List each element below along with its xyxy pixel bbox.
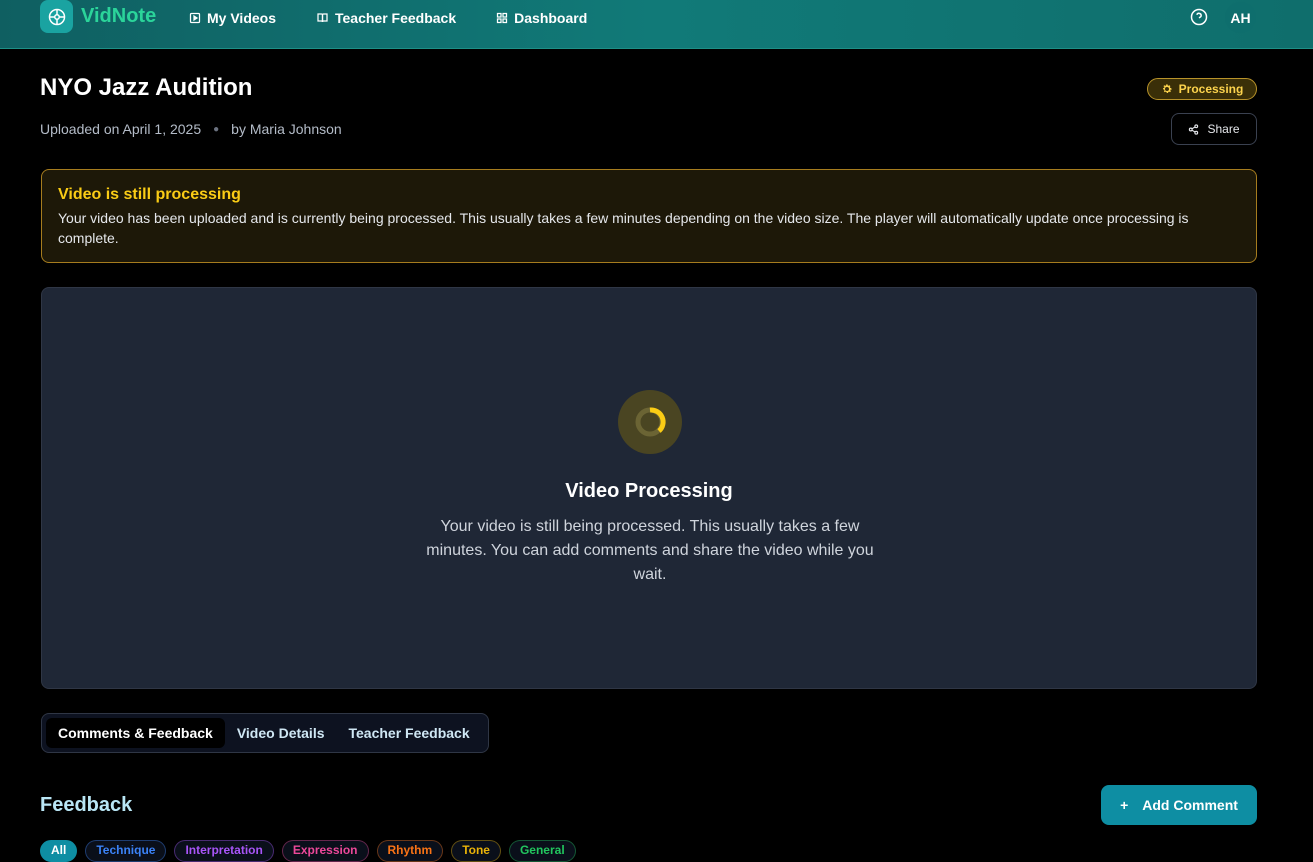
meta-separator: ● [213, 123, 220, 135]
user-avatar[interactable]: AH [1225, 2, 1256, 33]
status-label: Processing [1178, 82, 1244, 96]
nav-my-videos-label: My Videos [207, 10, 276, 26]
main-nav: My Videos Teacher Feedback Dashboard [189, 9, 627, 27]
tab-teacher-feedback[interactable]: Teacher Feedback [337, 718, 482, 748]
feedback-heading: Feedback [40, 794, 133, 816]
tab-comments-feedback[interactable]: Comments & Feedback [46, 718, 225, 748]
plus-icon: + [1120, 797, 1129, 813]
alert-title: Video is still processing [58, 186, 241, 203]
help-icon[interactable] [1190, 8, 1208, 31]
processing-text: Your video is still being processed. Thi… [426, 518, 874, 583]
page-title: NYO Jazz Audition [40, 74, 253, 101]
nav-dashboard-label: Dashboard [514, 10, 588, 26]
film-reel-icon [40, 0, 73, 33]
add-comment-button[interactable]: + Add Comment [1101, 785, 1257, 825]
share-button[interactable]: Share [1171, 113, 1257, 145]
filter-pill-expression[interactable]: Expression [281, 840, 369, 862]
app-logo[interactable]: VidNote [40, 0, 156, 33]
tab-video-details[interactable]: Video Details [225, 718, 337, 748]
filter-pill-general[interactable]: General [508, 840, 576, 862]
book-open-icon [317, 13, 328, 23]
alert-text: Your video has been uploaded and is curr… [58, 210, 1189, 246]
top-navbar: VidNote My Videos Teacher Feedback Dashb… [0, 0, 1313, 49]
share-icon [1189, 123, 1199, 135]
gear-icon [1162, 84, 1172, 93]
grid-icon [497, 12, 508, 24]
share-label: Share [1207, 122, 1240, 136]
tab-bar: Comments & Feedback Video Details Teache… [41, 713, 489, 753]
filter-pill-rhythm[interactable]: Rhythm [376, 840, 444, 862]
nav-my-videos[interactable]: My Videos [189, 9, 276, 27]
upload-date: Uploaded on April 1, 2025 [40, 121, 202, 137]
filter-pill-technique[interactable]: Technique [85, 840, 167, 862]
add-comment-label: Add Comment [1142, 797, 1238, 813]
loading-spinner-icon [618, 390, 682, 454]
app-name: VidNote [81, 5, 157, 27]
feedback-filters: All Technique Interpretation Expression Rhyt… [40, 840, 576, 862]
filter-pill-tone[interactable]: Tone [451, 840, 501, 862]
nav-dashboard[interactable]: Dashboard [496, 9, 587, 27]
status-badge: Processing [1147, 78, 1257, 100]
filter-pill-interpretation[interactable]: Interpretation [174, 840, 274, 862]
nav-teacher-feedback[interactable]: Teacher Feedback [316, 9, 456, 27]
nav-teacher-feedback-label: Teacher Feedback [335, 10, 457, 26]
video-player-placeholder: Video Processing Your video is still bei… [41, 287, 1257, 689]
processing-alert: Video is still processing Your video has… [41, 169, 1257, 263]
video-author: by Maria Johnson [231, 121, 342, 137]
video-meta: Uploaded on April 1, 2025 ● by Maria Joh… [40, 121, 342, 137]
processing-title: Video Processing [565, 480, 733, 502]
filter-pill-all[interactable]: All [40, 840, 78, 862]
play-square-icon [189, 12, 201, 24]
